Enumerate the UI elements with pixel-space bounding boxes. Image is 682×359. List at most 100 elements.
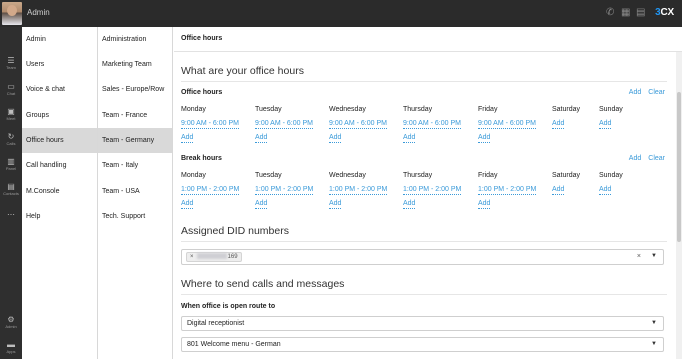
chevron-down-icon[interactable]: ▼ — [651, 253, 657, 259]
group-list: Administration Marketing Team Sales - Eu… — [98, 27, 173, 359]
route-target-select[interactable]: 801 Welcome menu - German ▼ — [181, 337, 664, 352]
add-link[interactable]: Add — [599, 120, 612, 129]
day-label: Sunday — [599, 106, 623, 113]
meet-icon: ▣ — [7, 107, 15, 116]
day-label: Friday — [478, 106, 498, 113]
day-label: Saturday — [552, 106, 581, 113]
group-item[interactable]: Marketing Team — [98, 52, 172, 77]
divider — [181, 241, 667, 242]
break-hours-add-link[interactable]: Add — [629, 155, 641, 162]
day-label: Saturday — [552, 172, 581, 179]
divider — [181, 81, 667, 82]
add-link[interactable]: Add — [599, 186, 612, 195]
day-label: Monday — [181, 172, 206, 179]
group-item[interactable]: Sales - Europe/Row — [98, 77, 172, 102]
chip-remove-icon[interactable]: × — [190, 254, 194, 260]
group-item[interactable]: Team - Italy — [98, 153, 172, 178]
rail-item-meet[interactable]: ▣ Meet — [0, 107, 22, 121]
add-link[interactable]: Add — [329, 134, 342, 143]
add-link[interactable]: Add — [255, 200, 268, 209]
menu-item-users[interactable]: Users — [22, 52, 97, 77]
office-hours-value[interactable]: 9:00 AM - 6:00 PM — [255, 120, 313, 129]
menu-item-call-handling[interactable]: Call handling — [22, 153, 97, 178]
top-bar: Admin ✆ ▦ ▤ 3CX — [0, 0, 682, 27]
day-label: Thursday — [403, 106, 433, 113]
scrollbar-thumb[interactable] — [677, 92, 681, 242]
building-icon[interactable]: ▤ — [636, 8, 645, 18]
break-hours-value[interactable]: 1:00 PM - 2:00 PM — [181, 186, 240, 195]
office-hours-value[interactable]: 9:00 AM - 6:00 PM — [403, 120, 461, 129]
admin-menu: Admin Users Voice & chat Groups Office h… — [22, 27, 98, 359]
phone-icon[interactable]: ✆ — [606, 8, 614, 18]
icon-rail: ☰ Team ▭ Chat ▣ Meet ↻ Calls ▥ Panel ▤ C… — [0, 27, 22, 359]
office-hours-add-link[interactable]: Add — [629, 89, 641, 96]
add-link[interactable]: Add — [255, 134, 268, 143]
main-panel: Office hours What are your office hours … — [174, 27, 682, 359]
calls-icon: ↻ — [7, 132, 15, 141]
menu-item-help[interactable]: Help — [22, 204, 97, 229]
rail-item-panel[interactable]: ▥ Panel — [0, 157, 22, 171]
admin-gear-icon: ⚙ — [7, 315, 15, 324]
group-item[interactable]: Team - France — [98, 103, 172, 128]
office-hours-actions: Add Clear — [622, 89, 665, 96]
break-hours-clear-link[interactable]: Clear — [648, 155, 665, 162]
rail-item-chat[interactable]: ▭ Chat — [0, 82, 22, 96]
break-hours-actions: Add Clear — [622, 155, 665, 162]
app-title: Admin — [27, 8, 50, 17]
rail-item-apps[interactable]: ▬ Apps — [0, 340, 22, 354]
office-hours-value[interactable]: 9:00 AM - 6:00 PM — [329, 120, 387, 129]
break-hours-value[interactable]: 1:00 PM - 2:00 PM — [255, 186, 314, 195]
clear-icon[interactable]: × — [637, 253, 641, 260]
add-link[interactable]: Add — [329, 200, 342, 209]
user-avatar[interactable] — [2, 2, 22, 25]
day-label: Friday — [478, 172, 498, 179]
group-item-active[interactable]: Team - Germany — [98, 128, 172, 153]
add-link[interactable]: Add — [552, 120, 565, 129]
day-label: Monday — [181, 106, 206, 113]
add-link[interactable]: Add — [403, 134, 416, 143]
chevron-down-icon: ▼ — [651, 320, 657, 326]
route-type-select[interactable]: Digital receptionist ▼ — [181, 316, 664, 331]
menu-item-groups[interactable]: Groups — [22, 103, 97, 128]
add-link[interactable]: Add — [478, 134, 491, 143]
office-hours-clear-link[interactable]: Clear — [648, 89, 665, 96]
group-item[interactable]: Tech. Support — [98, 204, 172, 229]
menu-item-office-hours[interactable]: Office hours — [22, 128, 97, 153]
scrollbar[interactable] — [676, 52, 682, 359]
dialpad-icon[interactable]: ▦ — [621, 8, 630, 18]
menu-item-m-console[interactable]: M.Console — [22, 179, 97, 204]
add-link[interactable]: Add — [181, 134, 194, 143]
did-numbers-select[interactable]: × 169 × ▼ — [181, 249, 664, 265]
add-link[interactable]: Add — [478, 200, 491, 209]
chat-icon: ▭ — [7, 82, 15, 91]
break-hours-value[interactable]: 1:00 PM - 2:00 PM — [403, 186, 462, 195]
group-item[interactable]: Team - USA — [98, 179, 172, 204]
more-icon[interactable]: ⋯ — [0, 210, 22, 219]
menu-item-admin[interactable]: Admin — [22, 27, 97, 52]
chevron-down-icon: ▼ — [651, 341, 657, 347]
office-hours-value[interactable]: 9:00 AM - 6:00 PM — [181, 120, 239, 129]
rail-item-contacts[interactable]: ▤ Contacts — [0, 182, 22, 196]
menu-item-voice-chat[interactable]: Voice & chat — [22, 77, 97, 102]
add-link[interactable]: Add — [181, 200, 194, 209]
add-link[interactable]: Add — [552, 186, 565, 195]
route-section-title: Where to send calls and messages — [181, 278, 345, 290]
did-section-title: Assigned DID numbers — [181, 225, 289, 237]
day-label: Sunday — [599, 172, 623, 179]
group-item[interactable]: Administration — [98, 27, 172, 52]
office-hours-value[interactable]: 9:00 AM - 6:00 PM — [478, 120, 536, 129]
rail-item-admin[interactable]: ⚙ Admin — [0, 315, 22, 329]
break-hours-value[interactable]: 1:00 PM - 2:00 PM — [478, 186, 537, 195]
day-label: Tuesday — [255, 172, 282, 179]
day-label: Tuesday — [255, 106, 282, 113]
apps-icon: ▬ — [7, 340, 15, 349]
day-label: Wednesday — [329, 106, 366, 113]
contacts-icon: ▤ — [7, 182, 15, 191]
rail-item-calls[interactable]: ↻ Calls — [0, 132, 22, 146]
team-icon: ☰ — [7, 56, 15, 65]
panel-icon: ▥ — [7, 157, 15, 166]
rail-item-team[interactable]: ☰ Team — [0, 56, 22, 70]
divider — [181, 294, 667, 295]
break-hours-value[interactable]: 1:00 PM - 2:00 PM — [329, 186, 388, 195]
add-link[interactable]: Add — [403, 200, 416, 209]
